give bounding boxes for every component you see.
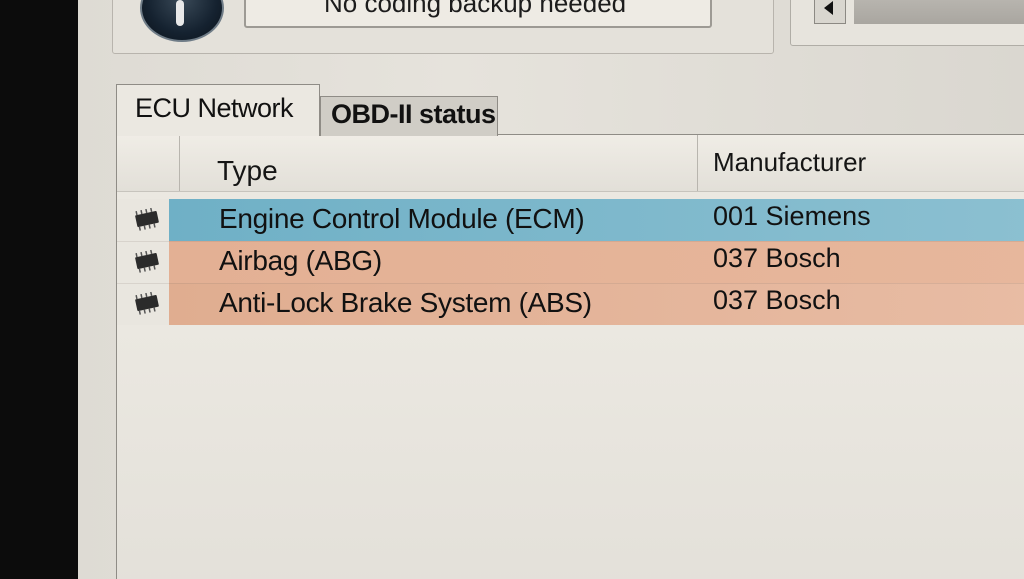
row-divider <box>117 283 1024 284</box>
status-indicator-bar <box>176 0 184 26</box>
coding-status-text: No coding backup needed <box>324 0 627 18</box>
coding-status-box: No coding backup needed <box>244 0 712 28</box>
cell-type: Engine Control Module (ECM) <box>219 203 585 234</box>
table-row[interactable]: Engine Control Module (ECM) 001 Siemens <box>117 199 1024 241</box>
scroll-left-button[interactable] <box>814 0 846 24</box>
tab-ecu-network[interactable]: ECU Network <box>116 84 320 136</box>
cell-manufacturer: 001 Siemens <box>713 201 871 231</box>
cell-manufacturer: 037 Bosch <box>713 285 841 315</box>
cell-type: Anti-Lock Brake System (ABS) <box>219 287 592 318</box>
column-header-type[interactable]: Type <box>217 155 278 187</box>
screen: No coding backup needed ECU Network OBD-… <box>0 0 1024 579</box>
diagnostic-app-window: No coding backup needed ECU Network OBD-… <box>78 0 1024 579</box>
horizontal-scrollbar-track[interactable] <box>854 0 1024 24</box>
tab-obd-ii-status[interactable]: OBD-II status <box>320 96 498 136</box>
ecu-chip-icon <box>135 207 159 231</box>
cell-type: Airbag (ABG) <box>219 245 382 276</box>
ecu-network-table: Type Manufacturer Engine Control Module … <box>116 134 1024 579</box>
column-divider[interactable] <box>697 135 698 191</box>
arrow-left-icon <box>824 1 833 15</box>
column-header-manufacturer[interactable]: Manufacturer <box>713 147 866 178</box>
column-divider <box>179 135 180 191</box>
table-row[interactable]: Anti-Lock Brake System (ABS) 037 Bosch <box>117 283 1024 325</box>
row-divider <box>117 241 1024 242</box>
table-empty-area <box>117 329 1024 579</box>
table-header: Type Manufacturer <box>117 135 1024 192</box>
ecu-chip-icon <box>135 249 159 273</box>
table-row[interactable]: Airbag (ABG) 037 Bosch <box>117 241 1024 283</box>
cell-manufacturer: 037 Bosch <box>713 243 841 273</box>
ecu-chip-icon <box>135 291 159 315</box>
